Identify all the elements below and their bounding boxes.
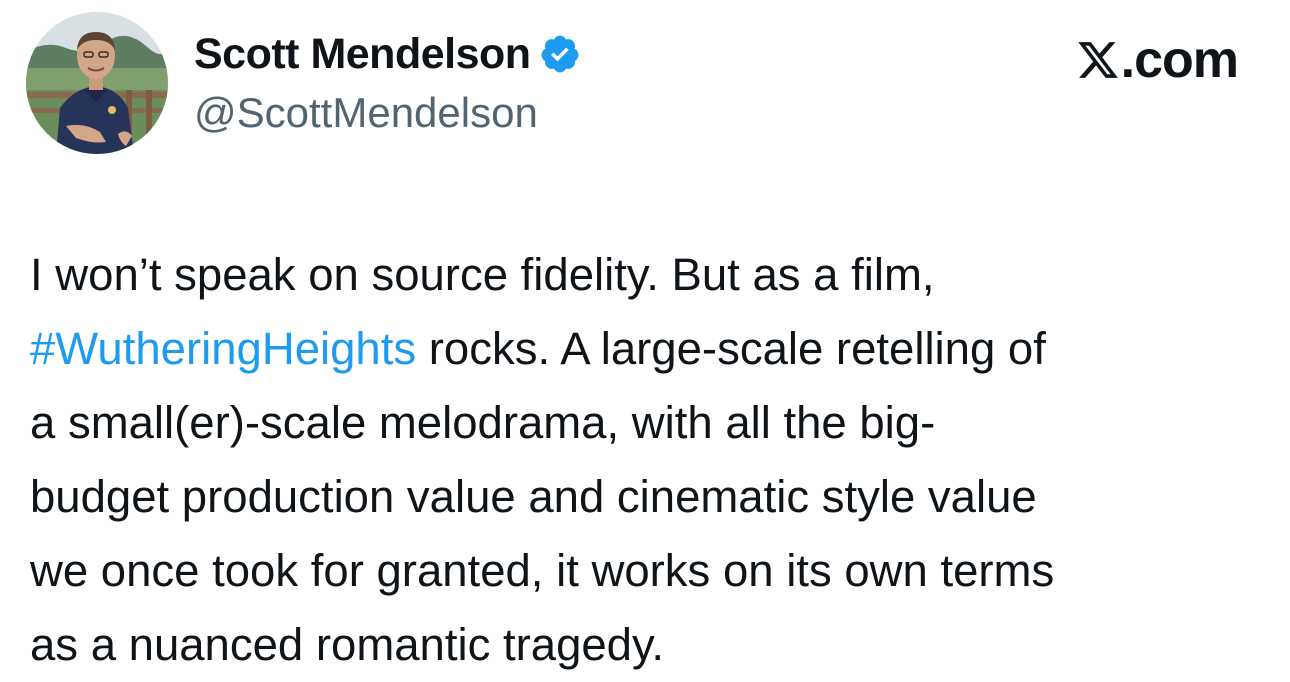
tweet-line: budget production value and cinematic st… <box>30 460 1275 534</box>
tweet-text-segment: budget production value and cinematic st… <box>30 471 1037 522</box>
tweet-line: as a nuanced romantic tragedy. <box>30 608 1275 682</box>
tweet-text-segment: a small(er)-scale melodrama, with all th… <box>30 397 936 448</box>
avatar-photo <box>26 12 168 154</box>
site-branding: .com <box>1076 30 1239 90</box>
author-handle[interactable]: @ScottMendelson <box>194 88 538 138</box>
tweet-line: I won’t speak on source fidelity. But as… <box>30 238 1275 312</box>
tweet-text-segment: I won’t speak on source fidelity. But as… <box>30 249 935 300</box>
author-avatar[interactable] <box>26 12 168 154</box>
verified-badge-icon <box>539 33 581 75</box>
tweet-text-segment: as a nuanced romantic tragedy. <box>30 619 665 670</box>
tweet-text-segment: we once took for granted, it works on it… <box>30 545 1055 596</box>
x-logo-icon <box>1076 37 1120 83</box>
author-display-name[interactable]: Scott Mendelson <box>194 32 531 76</box>
hashtag-link[interactable]: #WutheringHeights <box>30 323 416 374</box>
author-name-row: Scott Mendelson <box>194 26 581 82</box>
tweet-text-segment: rocks. A large-scale retelling of <box>416 323 1046 374</box>
tweet-line: we once took for granted, it works on it… <box>30 534 1275 608</box>
site-domain-label: .com <box>1120 31 1239 89</box>
tweet-line: a small(er)-scale melodrama, with all th… <box>30 386 1275 460</box>
tweet-line: #WutheringHeights rocks. A large-scale r… <box>30 312 1275 386</box>
tweet-body: I won’t speak on source fidelity. But as… <box>30 238 1275 682</box>
